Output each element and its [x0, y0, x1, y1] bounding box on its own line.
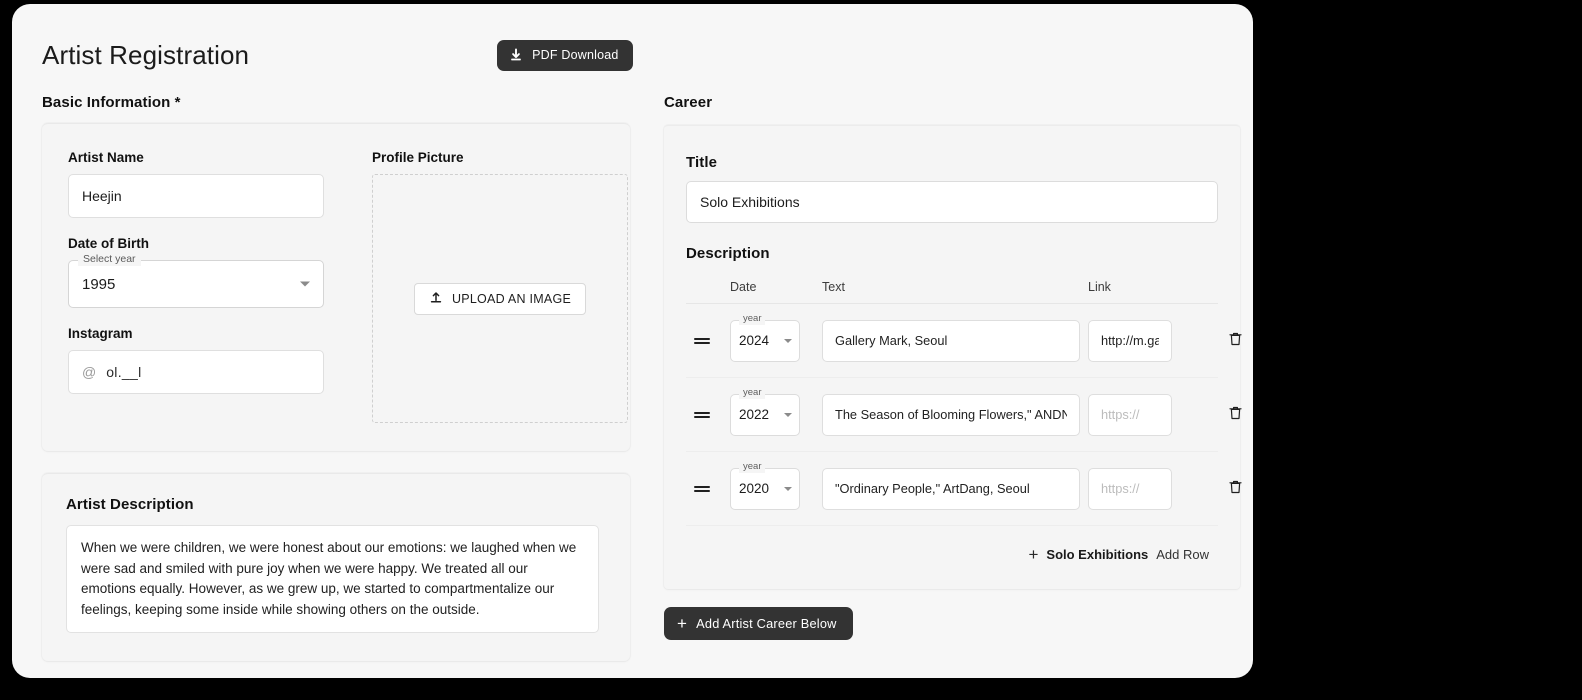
add-artist-career-label: Add Artist Career Below [696, 616, 837, 631]
career-card: Title Description Date Text Link [664, 125, 1242, 589]
profile-picture-dropzone[interactable]: UPLOAD AN IMAGE [372, 174, 628, 423]
instagram-field: Instagram @ ol.__l [68, 326, 324, 394]
row-year-value: 2024 [739, 333, 770, 348]
chevron-down-icon [784, 338, 792, 343]
upload-image-label: UPLOAD AN IMAGE [451, 291, 572, 306]
row-link-cell [1088, 319, 1206, 362]
drag-handle-icon[interactable] [686, 483, 730, 495]
row-link-input[interactable] [1088, 467, 1172, 510]
row-year-select[interactable]: year 2020 [730, 460, 800, 510]
chevron-down-icon [784, 486, 792, 491]
chevron-down-icon [784, 412, 792, 417]
row-text-input[interactable] [822, 393, 1080, 436]
table-row: year 2020 [686, 452, 1242, 526]
add-artist-career-button[interactable]: + Add Artist Career Below [664, 607, 853, 640]
page-title: Artist Registration [42, 39, 250, 70]
row-link-input[interactable] [1088, 319, 1172, 362]
artist-name-label: Artist Name [68, 150, 144, 165]
add-row-title: Solo Exhibitions [1046, 547, 1149, 562]
trash-icon [1228, 479, 1243, 498]
delete-row-button[interactable] [1216, 470, 1253, 508]
basic-information-card: Artist Name Date of Birth Select year 19… [42, 123, 630, 451]
row-text-cell [822, 467, 1088, 510]
row-link-cell [1088, 393, 1206, 436]
delete-row-button[interactable] [1216, 322, 1253, 360]
page-inner: Artist Registration PDF Download Basic I… [12, 4, 1253, 678]
profile-picture-field: Profile Picture UPLOAD AN IMAGE [372, 150, 628, 423]
row-delete-cell [1206, 322, 1253, 360]
pdf-download-label: PDF Download [532, 48, 619, 62]
row-link-input[interactable] [1088, 393, 1172, 436]
row-text-input[interactable] [822, 467, 1080, 510]
basic-information-heading: Basic Information * [42, 94, 181, 111]
row-delete-cell [1206, 470, 1253, 508]
drag-handle-icon[interactable] [686, 335, 730, 347]
instagram-label: Instagram [68, 326, 133, 341]
column-header-date: Date [730, 280, 757, 294]
chevron-down-icon [300, 281, 310, 287]
page-header: Artist Registration PDF Download [42, 32, 1223, 78]
year-select[interactable]: Select year 1995 [68, 253, 324, 308]
artist-name-field: Artist Name [68, 150, 324, 218]
year-select-value: 1995 [82, 275, 116, 293]
trash-icon [1228, 331, 1243, 350]
row-text-cell [822, 319, 1088, 362]
career-title-input[interactable] [686, 181, 1218, 223]
column-header-text: Text [822, 280, 845, 294]
row-year-value: 2022 [739, 407, 770, 422]
instagram-input[interactable]: @ ol.__l [68, 350, 324, 394]
trash-icon [1228, 405, 1243, 424]
career-heading: Career [664, 94, 713, 111]
table-row: year 2022 [686, 378, 1242, 452]
pdf-download-button[interactable]: PDF Download [497, 39, 633, 71]
plus-icon: + [677, 614, 688, 633]
date-of-birth-label: Date of Birth [68, 236, 149, 251]
row-year-cell: year 2020 [730, 460, 822, 510]
plus-icon: + [1028, 545, 1039, 564]
drag-handle-icon[interactable] [686, 409, 730, 421]
row-text-input[interactable] [822, 319, 1080, 362]
row-text-cell [822, 393, 1088, 436]
upload-icon [429, 290, 443, 307]
at-symbol-icon: @ [82, 364, 97, 380]
artist-description-card: Artist Description When we were children… [42, 473, 630, 661]
add-row-button[interactable]: + Solo Exhibitions Add Row [1019, 540, 1218, 569]
instagram-handle-value: ol.__l [106, 364, 142, 380]
career-description-label: Description [686, 245, 770, 262]
basic-fields: Artist Name Date of Birth Select year 19… [68, 150, 324, 423]
date-of-birth-field: Date of Birth Select year 1995 [68, 236, 324, 308]
row-year-cell: year 2024 [730, 312, 822, 362]
add-row-label: Add Row [1156, 547, 1209, 562]
row-year-value: 2020 [739, 481, 770, 496]
content-columns: Basic Information * Artist Name Date of … [42, 94, 1242, 661]
page-card: Artist Registration PDF Download Basic I… [12, 4, 1253, 678]
row-year-select[interactable]: year 2022 [730, 386, 800, 436]
upload-image-button[interactable]: UPLOAD AN IMAGE [413, 282, 587, 315]
row-link-cell [1088, 467, 1206, 510]
add-row-container: + Solo Exhibitions Add Row [686, 526, 1218, 569]
column-header-link: Link [1088, 280, 1111, 294]
artist-name-input[interactable] [68, 174, 324, 218]
row-delete-cell [1206, 396, 1253, 434]
career-table-header: Date Text Link [686, 280, 1218, 304]
delete-row-button[interactable] [1216, 396, 1253, 434]
row-year-select[interactable]: year 2024 [730, 312, 800, 362]
profile-picture-label: Profile Picture [372, 150, 464, 165]
career-column: Career Title Description Date Text Link [664, 94, 1242, 661]
artist-description-label: Artist Description [66, 496, 194, 513]
row-year-cell: year 2022 [730, 386, 822, 436]
table-row: year 2024 [686, 304, 1242, 378]
artist-description-textarea[interactable]: When we were children, we were honest ab… [66, 525, 599, 633]
career-title-label: Title [686, 154, 718, 171]
basic-information-column: Basic Information * Artist Name Date of … [42, 94, 630, 661]
download-icon [509, 48, 523, 62]
